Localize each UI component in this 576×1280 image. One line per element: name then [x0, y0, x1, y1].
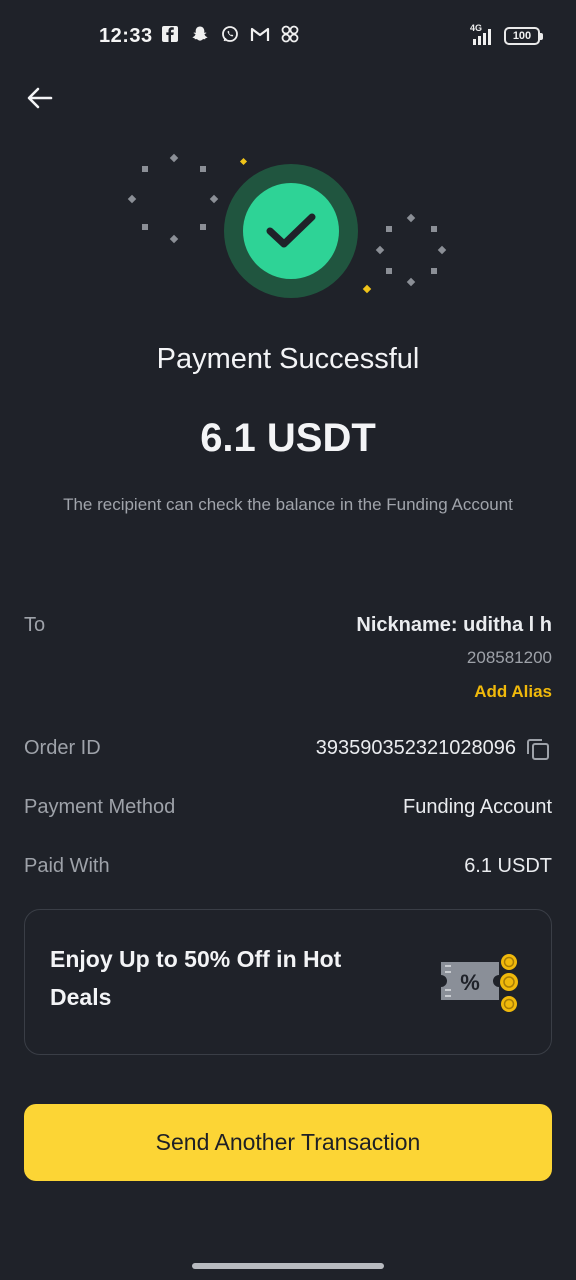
confetti-dot: [431, 268, 437, 274]
confetti-dot: [386, 226, 392, 232]
copy-icon[interactable]: [524, 735, 552, 763]
confetti-dot: [127, 194, 137, 204]
to-label: To: [24, 614, 46, 636]
recipient-nickname: Nickname: uditha l h: [356, 614, 552, 636]
arrow-left-icon: [27, 87, 53, 109]
whatsapp-icon: [220, 24, 240, 44]
send-another-transaction-button[interactable]: Send Another Transaction: [24, 1104, 552, 1181]
confetti-dot: [200, 224, 206, 230]
success-circle: [243, 183, 339, 279]
success-badge: [224, 164, 358, 298]
order-id-label: Order ID: [24, 737, 101, 759]
signal-icon: 4G: [470, 23, 496, 46]
paid-with-value: 6.1 USDT: [464, 855, 552, 877]
status-time: 12:33: [99, 25, 153, 47]
payment-success-screen: 12:33 4G 100 Payment Successful 6.1 USDT…: [0, 0, 576, 1280]
page-title: Payment Successful: [156, 343, 420, 375]
confetti-dot: [200, 166, 206, 172]
confetti-dot: [142, 224, 148, 230]
confetti-dot: [362, 284, 372, 294]
notification-icons: [160, 24, 300, 44]
confetti-dot: [431, 226, 437, 232]
confetti-dot: [169, 234, 179, 244]
payment-amount: 6.1 USDT: [200, 416, 376, 460]
recipient-id: 208581200: [466, 648, 552, 667]
hot-deals-banner[interactable]: Enjoy Up to 50% Off in Hot Deals %: [24, 909, 552, 1055]
success-illustration: [120, 140, 456, 310]
gmail-icon: [250, 24, 270, 44]
snapchat-icon: [190, 24, 210, 44]
confetti-dot: [406, 277, 416, 287]
battery-icon: 100: [504, 27, 543, 45]
confetti-dot: [169, 153, 179, 163]
facebook-icon: [160, 24, 180, 44]
payment-method-value: Funding Account: [403, 796, 552, 818]
confetti-dot: [142, 166, 148, 172]
checkmark-icon: [266, 213, 316, 248]
battery-level: 100: [512, 30, 532, 42]
confetti-dot: [437, 245, 447, 255]
svg-text:%: %: [460, 970, 480, 995]
add-alias-link[interactable]: Add Alias: [474, 682, 552, 702]
app-grid-icon: [280, 24, 300, 44]
confetti-dot: [375, 245, 385, 255]
back-button[interactable]: [22, 80, 58, 116]
coupon-icon: %: [437, 950, 523, 1020]
status-right: 4G 100: [470, 23, 543, 46]
home-indicator[interactable]: [192, 1263, 384, 1269]
paid-with-label: Paid With: [24, 855, 110, 877]
balance-note: The recipient can check the balance in t…: [63, 495, 513, 514]
status-bar: 12:33 4G 100: [0, 0, 576, 72]
confetti-dot: [406, 213, 416, 223]
payment-method-label: Payment Method: [24, 796, 176, 818]
promo-text: Enjoy Up to 50% Off in Hot Deals: [50, 946, 342, 1010]
order-id-value: 393590352321028096: [315, 737, 516, 759]
confetti-dot: [386, 268, 392, 274]
confetti-dot: [239, 157, 248, 166]
confetti-dot: [209, 194, 219, 204]
